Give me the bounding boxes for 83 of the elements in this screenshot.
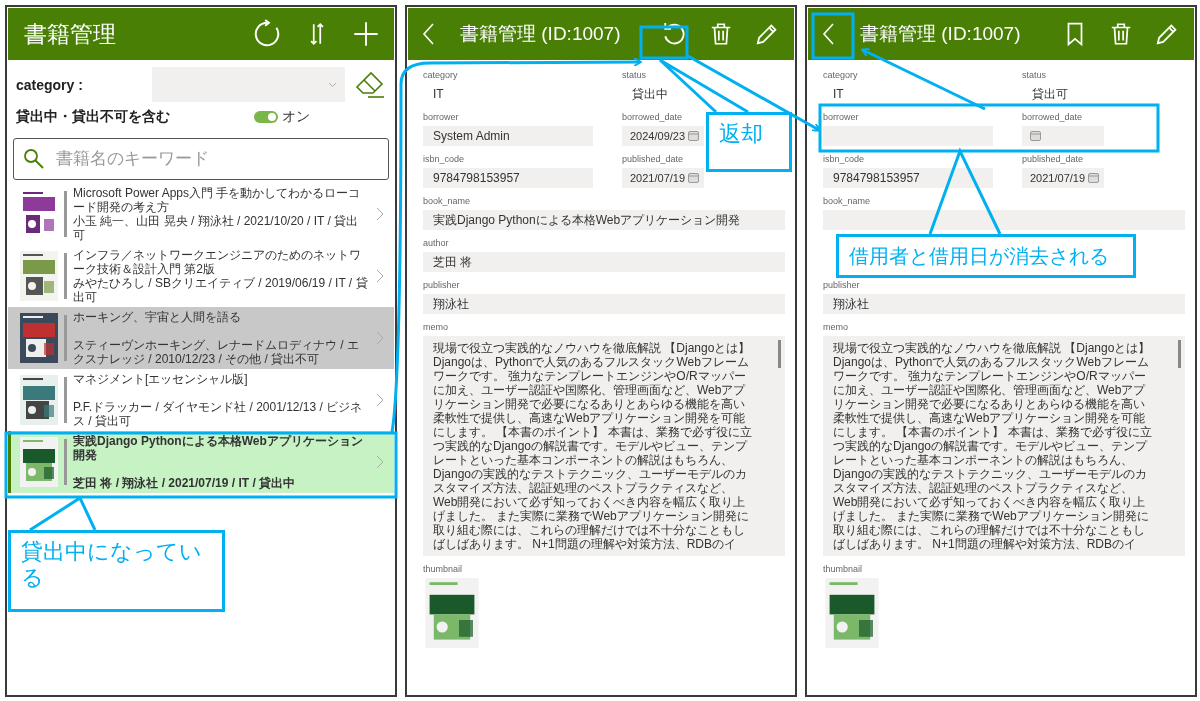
search-icon [23,148,45,170]
field-label: published_date [622,154,684,164]
field-label: category [423,70,458,80]
field-label: category : [16,76,84,93]
book-details: P.F.ドラッカー / ダイヤモンド社 / 2001/12/13 / ビジネス / 貸出可 [73,400,364,428]
text-field[interactable] [823,210,1185,230]
pencil-icon[interactable] [1154,21,1180,47]
chevron-right-icon [376,207,384,221]
book-details: 芝田 将 / 翔泳社 / 2021/07/19 / IT / 貸出中 [73,476,297,490]
book-title: Microsoft Power Apps入門 手を動かしてわかるローコード開発の考え方 [73,186,362,214]
book-title: ホーキング、宇宙と人間を語る [73,310,242,324]
text-field[interactable] [823,126,993,146]
add-icon[interactable] [352,20,380,48]
chevron-right-icon [376,331,384,345]
chevron-right-icon [376,455,384,469]
callout: 貸出中になっている [8,530,225,612]
field-label: borrowed_date [1022,112,1083,122]
field-label: status [1022,70,1046,80]
book-list-item[interactable]: インフラ／ネットワークエンジニアのためのネットワーク技術＆設計入門 第2版 みやたひろし / SBクリエイティブ / 2019/06/19 / IT / 貸出可 [8,245,394,307]
memo-field[interactable]: 現場で役立つ実践的なノウハウを徹底解説 【Djangoとは】 Djangoは、Pythonで人気のあるフルスタックWebフレームワークです。 強力なテンプレートエンジンやO/Rマッパーに加え、ユーザー認証や国際化、管理画面など、Webアプリケーション開発で必要になるありとあらゆる機能を高い柔軟性で提供し、高速なWebアプリケーション開発を可能にします。 【本書のポイント】 本書は、業務で必ず役に立つ実践的なDjangoの解説書です。モデルやビュー、テンプレートといった基本コンポーネントの解説はもちろん、Djangoの実践的なテストテクニック、ユーザーモデルのカスタマイズ方法、認証処理のベストプラクティスなど、Web開発において必ず知っておくべき内容を幅広く取り上げました。 また実際に業務でWebアプリケーション開発に取り組む際には、これらの理解だけでは不十分なこともしばしばあります。 N+1問題の理解や対策方法、RDBのイ [823,336,1185,556]
chevron-right-icon [376,269,384,283]
book-list-item[interactable]: Microsoft Power Apps入門 手を動かしてわかるローコード開発の考え方 小玉 純一、山田 晃央 / 翔泳社 / 2021/10/20 / IT / 貸出可 [8,183,394,245]
field-label: category [823,70,858,80]
field-label: borrower [823,112,859,122]
toggle-switch[interactable] [254,111,278,123]
refresh-icon[interactable] [252,19,282,49]
field-label: publisher [423,280,460,290]
book-list-item[interactable]: 実践Django Pythonによる本格Webアプリケーション開発 芝田 将 / 翔泳社 / 2021/07/19 / IT / 貸出中 [8,431,394,493]
scrollbar[interactable] [778,340,781,368]
field-value: IT [432,86,445,103]
date-field[interactable]: 2024/09/23 [622,126,704,146]
field-label: isbn_code [423,154,465,164]
highlight-frame [639,25,689,60]
field-label: author [423,238,449,248]
field-label: book_name [823,196,871,206]
book-list-item[interactable]: マネジメント[エッセンシャル版] P.F.ドラッカー / ダイヤモンド社 / 2001/12/13 / ビジネス / 貸出可 [8,369,394,431]
field-label: memo [823,322,848,332]
field-value: IT [832,86,845,103]
date-field[interactable]: 2021/07/19 [1022,168,1104,188]
callout: 借用者と借用日が消去される [836,234,1136,278]
field-label: thumbnail [423,564,463,574]
screen-title: 書籍管理 (ID:1007) [460,22,622,46]
eraser-icon[interactable] [355,70,385,99]
field-label: isbn_code [823,154,865,164]
date-field[interactable] [1022,126,1104,146]
book-details: 小玉 純一、山田 晃央 / 翔泳社 / 2021/10/20 / IT / 貸出可 [73,214,360,242]
field-value: 貸出可 [1031,86,1069,103]
text-field[interactable]: 翔泳社 [423,294,785,314]
field-label: book_name [423,196,471,206]
field-label: borrower [423,112,459,122]
field-label: status [622,70,646,80]
field-label: memo [423,322,448,332]
back-icon[interactable] [420,21,436,47]
date-field[interactable]: 2021/07/19 [622,168,704,188]
callout: 返却 [706,112,792,172]
field-label: borrowed_date [622,112,683,122]
book-title: マネジメント[エッセンシャル版] [73,372,249,386]
pencil-icon[interactable] [754,21,780,47]
text-field[interactable]: 芝田 将 [423,252,785,272]
toggle-state: オン [282,108,310,126]
book-details: みやたひろし / SBクリエイティブ / 2019/06/19 / IT / 貸出可 [73,276,369,304]
text-field[interactable]: 実践Django Pythonによる本格Webアプリケーション開発 [423,210,785,230]
memo-field[interactable]: 現場で役立つ実践的なノウハウを徹底解説 【Djangoとは】 Djangoは、Pythonで人気のあるフルスタックWebフレームワークです。 強力なテンプレートエンジンやO/Rマッパーに加え、ユーザー認証や国際化、管理画面など、Webアプリケーション開発で必要になるありとあらゆる機能を高い柔軟性で提供し、高速なWebアプリケーション開発を可能にします。 【本書のポイント】 本書は、業務で必ず役に立つ実践的なDjangoの解説書です。モデルやビュー、テンプレートといった基本コンポーネントの解説はもちろん、Djangoの実践的なテストテクニック、ユーザーモデルのカスタマイズ方法、認証処理のベストプラクティスなど、Web開発において必ず知っておくべき内容を幅広く取り上げました。 また実際に業務でWebアプリケーション開発に取り組む際には、これらの理解だけでは不十分なこともしばしばあります。 N+1問題の理解や対策方法、RDBのイ [423,336,785,556]
search-field[interactable]: 書籍名のキーワード [13,138,389,180]
screen-title: 書籍管理 (ID:1007) [860,22,1022,46]
book-title: インフラ／ネットワークエンジニアのためのネットワーク技術＆設計入門 第2版 [73,248,362,276]
text-field[interactable]: 9784798153957 [423,168,593,188]
chevron-down-icon [328,81,337,88]
field-value: 貸出中 [631,86,669,103]
book-title: 実践Django Pythonによる本格Webアプリケーション開発 [73,434,364,462]
text-field[interactable]: System Admin [423,126,593,146]
field-label: publisher [823,280,860,290]
book-details: スティーヴンホーキング、レナードムロディナウ / エクスナレッジ / 2010/12/23 / その他 / 貸出不可 [73,338,360,366]
field-label: thumbnail [823,564,863,574]
chevron-right-icon [376,393,384,407]
back-icon[interactable] [820,21,836,47]
highlight-frame [811,12,855,60]
text-field[interactable]: 9784798153957 [823,168,993,188]
field-label: published_date [1022,154,1084,164]
toggle-label: 貸出中・貸出不可を含む [16,108,171,126]
app-title: 書籍管理 [24,19,117,49]
scrollbar[interactable] [1178,340,1181,368]
text-field[interactable]: 翔泳社 [823,294,1185,314]
